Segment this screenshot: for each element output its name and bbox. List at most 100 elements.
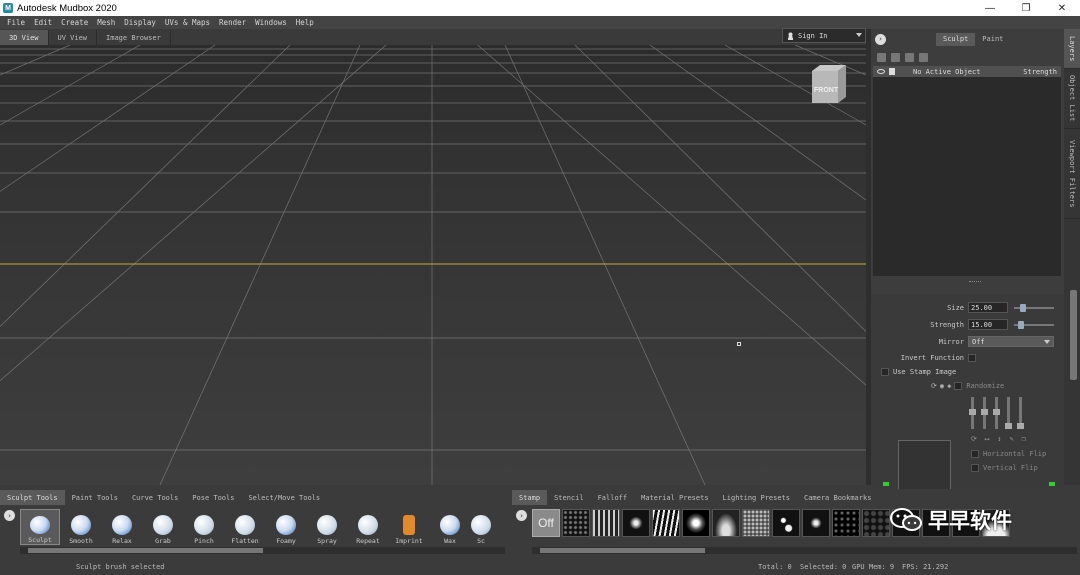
tab-falloff[interactable]: Falloff (591, 490, 635, 505)
strength-slider[interactable] (1014, 320, 1054, 329)
size-field[interactable]: 25.00 (968, 302, 1008, 313)
rotate-icon[interactable]: ⟳ (931, 382, 937, 390)
viewcube[interactable]: FRONT (808, 63, 846, 105)
tab-select-move-tools[interactable]: Select/Move Tools (241, 490, 327, 505)
use-stamp-label: Use Stamp Image (893, 368, 957, 376)
tool-foamy[interactable]: Foamy (266, 509, 306, 545)
tab-paint-tools[interactable]: Paint Tools (65, 490, 125, 505)
tab-paint-layers[interactable]: Paint (975, 33, 1010, 46)
horizontal-arrows-icon[interactable]: ⟷ (985, 435, 989, 443)
tab-sculpt-tools[interactable]: Sculpt Tools (0, 490, 65, 505)
viewport-3d[interactable]: FRONT (0, 45, 866, 485)
tool-relax[interactable]: Relax (102, 509, 142, 545)
vertical-flip-checkbox[interactable] (971, 464, 979, 472)
strength-field[interactable]: 15.00 (968, 319, 1008, 330)
stamps-collapse-button[interactable]: › (516, 510, 527, 521)
menu-help[interactable]: Help (296, 18, 314, 27)
vertical-slider[interactable] (993, 397, 1000, 429)
horizontal-flip-checkbox[interactable] (971, 450, 979, 458)
orbit-icon[interactable]: ◉ (940, 382, 944, 390)
tab-lighting-presets[interactable]: Lighting Presets (716, 490, 797, 505)
tab-camera-bookmarks[interactable]: Camera Bookmarks (797, 490, 878, 505)
tab-uv-view[interactable]: UV View (49, 30, 98, 45)
vertical-arrows-icon[interactable]: ↕ (997, 435, 1001, 443)
sign-in-dropdown[interactable]: Sign In (782, 28, 866, 43)
lock-icon[interactable] (889, 68, 895, 75)
vertical-slider[interactable] (1005, 397, 1012, 429)
tools-scrollbar[interactable] (20, 547, 505, 554)
randomize-checkbox[interactable] (954, 382, 963, 390)
stamp-off[interactable]: Off (532, 509, 560, 537)
merge-icon[interactable] (919, 53, 928, 62)
stamp-thumbnail[interactable] (712, 509, 740, 537)
vertical-slider[interactable] (981, 397, 988, 429)
close-button[interactable]: ✕ (1044, 0, 1080, 16)
tool-imprint[interactable]: Imprint (389, 509, 429, 545)
menu-display[interactable]: Display (124, 18, 156, 27)
tool-wax[interactable]: Wax (430, 509, 470, 545)
reset-icon[interactable]: ⟳ (971, 435, 977, 443)
stamp-thumbnail[interactable] (832, 509, 860, 537)
menu-create[interactable]: Create (61, 18, 88, 27)
tool-sculpt[interactable]: Sculpt (20, 509, 60, 545)
center-icon[interactable]: ◈ (947, 382, 951, 390)
layer-list[interactable]: No Active Object Strength (873, 66, 1061, 276)
stamp-thumbnail[interactable] (742, 509, 770, 537)
stamp-thumbnail[interactable] (652, 509, 680, 537)
vertical-slider[interactable] (1017, 397, 1024, 429)
minimize-button[interactable]: — (972, 0, 1008, 16)
copy-icon[interactable]: ❐ (1022, 435, 1026, 443)
menu-render[interactable]: Render (219, 18, 246, 27)
tab-pose-tools[interactable]: Pose Tools (185, 490, 241, 505)
tool-spray[interactable]: Spray (307, 509, 347, 545)
resize-handle[interactable] (969, 281, 981, 283)
tab-stencil[interactable]: Stencil (547, 490, 591, 505)
folder-icon[interactable] (891, 53, 900, 62)
menu-file[interactable]: File (7, 18, 25, 27)
edit-icon[interactable]: ✎ (1009, 435, 1013, 443)
tool-flatten[interactable]: Flatten (225, 509, 265, 545)
tool-grab[interactable]: Grab (143, 509, 183, 545)
stamp-thumbnail[interactable] (592, 509, 620, 537)
scrollbar[interactable] (1070, 290, 1077, 380)
new-layer-icon[interactable] (877, 53, 886, 62)
invert-checkbox[interactable] (968, 354, 976, 362)
tab-sculpt-layers[interactable]: Sculpt (936, 32, 976, 46)
collapse-panel-button[interactable]: › (875, 33, 886, 45)
tool-scrape[interactable]: Sc (471, 509, 491, 545)
stamp-thumbnail[interactable] (562, 509, 590, 537)
use-stamp-checkbox[interactable] (881, 368, 889, 376)
side-tab-object-list[interactable]: Object List (1064, 69, 1080, 129)
tab-3d-view[interactable]: 3D View (0, 30, 49, 45)
delete-icon[interactable] (905, 53, 914, 62)
stamps-scrollbar[interactable] (532, 547, 1077, 554)
menu-edit[interactable]: Edit (34, 18, 52, 27)
layer-name: No Active Object (913, 67, 981, 76)
menu-windows[interactable]: Windows (255, 18, 287, 27)
tool-pinch[interactable]: Pinch (184, 509, 224, 545)
side-tab-viewport-filters[interactable]: Viewport Filters (1064, 129, 1080, 219)
stamp-thumbnail[interactable] (682, 509, 710, 537)
stamp-thumbnail[interactable] (862, 509, 890, 537)
stamp-thumbnail[interactable] (802, 509, 830, 537)
tool-tabs: Sculpt Tools Paint Tools Curve Tools Pos… (0, 489, 327, 506)
eye-icon[interactable] (877, 69, 885, 74)
strength-label: Strength (930, 320, 964, 329)
tab-material-presets[interactable]: Material Presets (634, 490, 715, 505)
tools-collapse-button[interactable]: › (4, 510, 15, 521)
tab-curve-tools[interactable]: Curve Tools (125, 490, 185, 505)
stamp-thumbnail[interactable] (772, 509, 800, 537)
tab-image-browser[interactable]: Image Browser (97, 30, 171, 45)
tab-stamp[interactable]: Stamp (512, 490, 548, 505)
menu-uvs-maps[interactable]: UVs & Maps (165, 18, 210, 27)
tool-repeat[interactable]: Repeat (348, 509, 388, 545)
maximize-button[interactable]: ❐ (1008, 0, 1044, 16)
stamp-thumbnail[interactable] (622, 509, 650, 537)
vertical-slider[interactable] (969, 397, 976, 429)
hflip-row: Horizontal Flip (971, 450, 1046, 458)
mirror-dropdown[interactable]: Off (968, 336, 1054, 347)
tool-smooth[interactable]: Smooth (61, 509, 101, 545)
size-slider[interactable] (1014, 303, 1054, 312)
menu-mesh[interactable]: Mesh (97, 18, 115, 27)
side-tab-layers[interactable]: Layers (1064, 29, 1080, 69)
